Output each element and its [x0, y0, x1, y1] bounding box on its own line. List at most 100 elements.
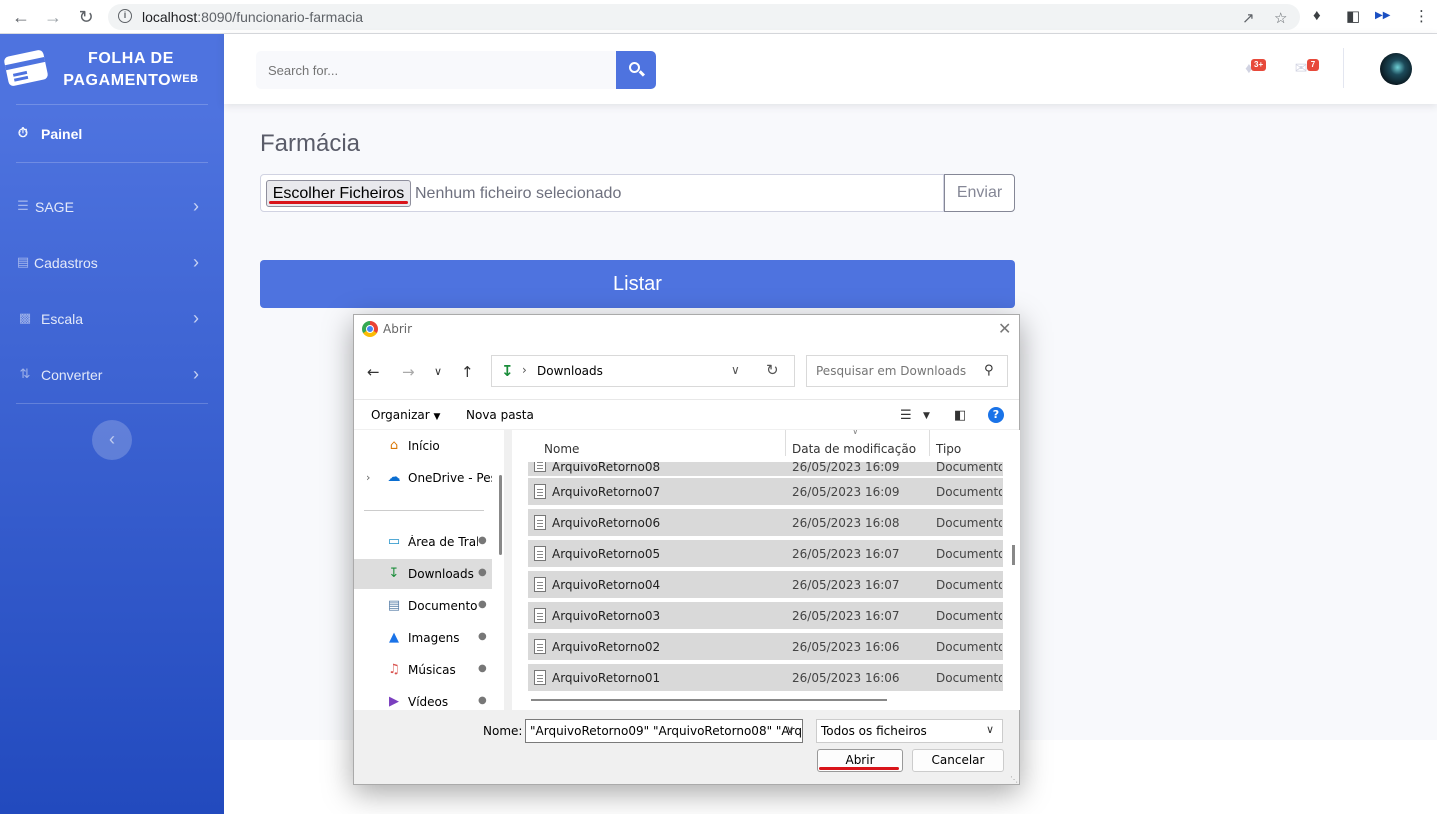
vertical-scrollbar[interactable]	[1012, 545, 1015, 565]
videos-icon: ▶	[389, 694, 399, 709]
nav-item-documentos[interactable]: ▤ Documentos ●	[354, 591, 492, 621]
nav-item-desktop[interactable]: ▭ Área de Trabalho ●	[354, 527, 492, 557]
help-icon[interactable]: ?	[988, 407, 1004, 423]
refresh-icon[interactable]: ↻	[766, 361, 779, 379]
text-file-icon	[534, 484, 546, 499]
sidebar-item-converter[interactable]: ⇅ Converter ›	[0, 355, 224, 395]
nav-item-label: Documentos	[408, 599, 478, 613]
credit-card-icon	[3, 49, 49, 87]
cancel-button[interactable]: Cancelar	[912, 749, 1004, 772]
forward-arrow-icon[interactable]: →	[43, 7, 63, 27]
file-row[interactable]: ArquivoRetorno01 26/05/2023 16:06 Docume…	[528, 664, 1003, 691]
search-button[interactable]	[616, 51, 656, 89]
back-arrow-icon[interactable]: ←	[11, 7, 31, 27]
sidebar-brand[interactable]: FOLHA DE PAGAMENTOWEB	[0, 34, 224, 104]
up-arrow-icon[interactable]: ↑	[461, 363, 474, 381]
sidebar: FOLHA DE PAGAMENTOWEB ⏱ Painel ☰ SAGE › …	[0, 34, 224, 814]
nav-item-inicio[interactable]: ⌂ Início	[354, 431, 492, 461]
pin-icon[interactable]: ●	[478, 663, 487, 674]
extension-icon[interactable]: ▶▶	[1375, 10, 1390, 21]
file-row[interactable]: ArquivoRetorno08 26/05/2023 16:09 Docume…	[528, 462, 1003, 476]
file-type: Documento de texto	[936, 578, 1002, 592]
chevron-down-icon[interactable]: ∨	[731, 363, 740, 377]
filename-input[interactable]: "ArquivoRetorno09" "ArquivoRetorno08" "A…	[525, 719, 803, 743]
file-type-select[interactable]: Todos os ficheiros	[816, 719, 1003, 743]
pin-icon[interactable]: ●	[478, 535, 487, 546]
text-file-icon	[534, 546, 546, 561]
nav-item-musicas[interactable]: ♫ Músicas ●	[354, 655, 492, 685]
back-arrow-icon[interactable]: ←	[367, 363, 380, 381]
side-panel-icon[interactable]: ◧	[1346, 7, 1360, 25]
column-header-type[interactable]: Tipo	[936, 430, 961, 458]
close-icon[interactable]: ✕	[998, 319, 1011, 338]
share-icon[interactable]: ↗	[1242, 9, 1255, 27]
address-bar[interactable]: i localhost:8090/funcionario-farmacia ↗ …	[108, 4, 1300, 30]
list-button[interactable]: Listar	[260, 260, 1015, 308]
pin-icon[interactable]: ●	[478, 631, 487, 642]
brand-sup: WEB	[171, 73, 199, 85]
nav-item-videos[interactable]: ▶ Vídeos ●	[354, 687, 492, 710]
file-icon: ▤	[16, 254, 30, 269]
bookmark-star-icon[interactable]: ☆	[1274, 9, 1287, 27]
resize-grip-icon[interactable]: ⋱	[1010, 775, 1018, 784]
file-row[interactable]: ArquivoRetorno03 26/05/2023 16:07 Docume…	[528, 602, 1003, 629]
text-file-icon	[534, 608, 546, 623]
view-list-icon[interactable]: ☰	[900, 408, 912, 423]
search-input[interactable]	[256, 51, 616, 89]
caret-down-icon[interactable]: ▼	[923, 411, 930, 421]
file-row[interactable]: ArquivoRetorno07 26/05/2023 16:09 Docume…	[528, 478, 1003, 505]
horizontal-scrollbar[interactable]	[531, 699, 887, 701]
file-open-dialog: Abrir ✕ ← → ∨ ↑ ↧ › Downloads ∨ ↻ ⚲ Orga…	[353, 314, 1020, 785]
chevron-down-icon[interactable]: ∨	[786, 723, 794, 736]
chevron-down-icon[interactable]: ∨	[434, 365, 442, 378]
sidebar-toggle-button[interactable]: ‹	[92, 420, 132, 460]
sidebar-item-escala[interactable]: ▩ Escala ›	[0, 299, 224, 339]
file-row[interactable]: ArquivoRetorno02 26/05/2023 16:06 Docume…	[528, 633, 1003, 660]
pin-icon[interactable]: ●	[478, 599, 487, 610]
chevron-down-icon[interactable]: ∨	[986, 723, 994, 736]
sidebar-divider	[16, 403, 208, 404]
column-header-name[interactable]: Nome	[544, 430, 579, 458]
location-bar[interactable]: ↧ › Downloads ∨ ↻	[491, 355, 795, 387]
file-row[interactable]: ArquivoRetorno04 26/05/2023 16:07 Docume…	[528, 571, 1003, 598]
nav-item-label: Imagens	[408, 631, 460, 645]
nav-item-imagens[interactable]: ▲ Imagens ●	[354, 623, 492, 653]
database-icon: ☰	[17, 198, 29, 213]
site-info-icon[interactable]: i	[118, 9, 132, 23]
breadcrumb-location[interactable]: Downloads	[537, 364, 603, 378]
file-list: ∨ Nome Data de modificação Tipo ArquivoR…	[512, 430, 1020, 710]
pin-icon[interactable]: ●	[478, 695, 487, 706]
nav-item-onedrive[interactable]: › ☁ OneDrive - Pessoal	[354, 463, 492, 493]
retweet-icon: ⇅	[19, 366, 31, 381]
sidebar-item-painel[interactable]: ⏱ Painel	[0, 114, 224, 154]
forward-arrow-icon[interactable]: →	[402, 363, 415, 381]
nav-scrollbar[interactable]	[499, 475, 502, 555]
avatar[interactable]	[1380, 53, 1412, 85]
organize-menu[interactable]: Organizar ▼	[371, 408, 440, 422]
sidebar-item-cadastros[interactable]: ▤ Cadastros ›	[0, 243, 224, 283]
new-folder-button[interactable]: Nova pasta	[466, 408, 534, 422]
pin-icon[interactable]: ●	[478, 567, 487, 578]
file-date: 26/05/2023 16:08	[792, 516, 900, 530]
file-input[interactable]: Escolher Ficheiros Nenhum ficheiro selec…	[260, 174, 944, 212]
chevron-right-icon[interactable]: ›	[366, 471, 370, 484]
search-icon[interactable]: ⚲	[984, 363, 994, 378]
tachometer-icon: ⏱	[17, 125, 29, 140]
send-button[interactable]: Enviar	[944, 174, 1015, 212]
nav-item-downloads[interactable]: ↧ Downloads ●	[354, 559, 492, 589]
sidebar-item-sage[interactable]: ☰ SAGE ›	[0, 187, 224, 227]
dialog-search-input[interactable]	[806, 355, 1008, 387]
reload-icon[interactable]: ↻	[76, 7, 96, 27]
text-file-icon	[534, 515, 546, 530]
column-header-date[interactable]: Data de modificação	[792, 430, 916, 458]
menu-kebab-icon[interactable]: ⋮	[1414, 7, 1429, 25]
dialog-title: Abrir	[383, 322, 413, 336]
sidebar-item-label: Cadastros	[34, 255, 98, 271]
file-type: Documento de texto	[936, 547, 1002, 561]
extensions-puzzle-icon[interactable]: ♦	[1313, 7, 1321, 24]
file-row[interactable]: ArquivoRetorno06 26/05/2023 16:08 Docume…	[528, 509, 1003, 536]
preview-pane-icon[interactable]: ◧	[954, 408, 966, 423]
documents-icon: ▤	[387, 598, 401, 613]
file-row[interactable]: ArquivoRetorno05 26/05/2023 16:07 Docume…	[528, 540, 1003, 567]
file-date: 26/05/2023 16:06	[792, 640, 900, 654]
